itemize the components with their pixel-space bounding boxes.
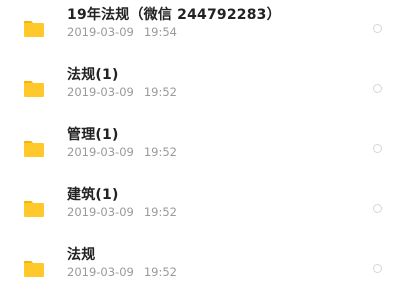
file-date: 2019-03-09: [67, 145, 134, 159]
file-timestamp: 2019-03-09 19:54: [67, 25, 177, 39]
file-name: 法规(1): [67, 67, 119, 83]
folder-icon: [23, 140, 45, 158]
select-radio[interactable]: [373, 264, 382, 273]
file-time: 19:52: [143, 145, 177, 159]
file-timestamp: 2019-03-09 19:52: [67, 265, 177, 279]
folder-icon: [23, 80, 45, 98]
select-radio[interactable]: [373, 84, 382, 93]
file-time: 19:54: [143, 25, 177, 39]
file-time: 19:52: [143, 265, 177, 279]
select-radio[interactable]: [373, 204, 382, 213]
file-date: 2019-03-09: [67, 25, 134, 39]
file-list: 19年法规（微信 244792283） 2019-03-09 19:54 法规(1…: [0, 0, 400, 300]
file-name: 法规: [67, 247, 96, 263]
file-date: 2019-03-09: [67, 85, 134, 99]
folder-icon: [23, 200, 45, 218]
folder-icon: [23, 260, 45, 278]
file-timestamp: 2019-03-09 19:52: [67, 205, 177, 219]
file-timestamp: 2019-03-09 19:52: [67, 85, 177, 99]
file-date: 2019-03-09: [67, 205, 134, 219]
file-time: 19:52: [143, 85, 177, 99]
file-time: 19:52: [143, 205, 177, 219]
file-row[interactable]: 管理(1) 2019-03-09 19:52: [0, 120, 400, 178]
file-row[interactable]: 法规(1) 2019-03-09 19:52: [0, 60, 400, 118]
file-name: 管理(1): [67, 127, 119, 143]
file-name: 19年法规（微信 244792283）: [67, 7, 281, 23]
file-row[interactable]: 建筑(1) 2019-03-09 19:52: [0, 180, 400, 238]
file-row[interactable]: 19年法规（微信 244792283） 2019-03-09 19:54: [0, 0, 400, 58]
folder-icon: [23, 20, 45, 38]
file-timestamp: 2019-03-09 19:52: [67, 145, 177, 159]
select-radio[interactable]: [373, 24, 382, 33]
select-radio[interactable]: [373, 144, 382, 153]
file-date: 2019-03-09: [67, 265, 134, 279]
file-name: 建筑(1): [67, 187, 119, 203]
file-row[interactable]: 法规 2019-03-09 19:52: [0, 240, 400, 298]
